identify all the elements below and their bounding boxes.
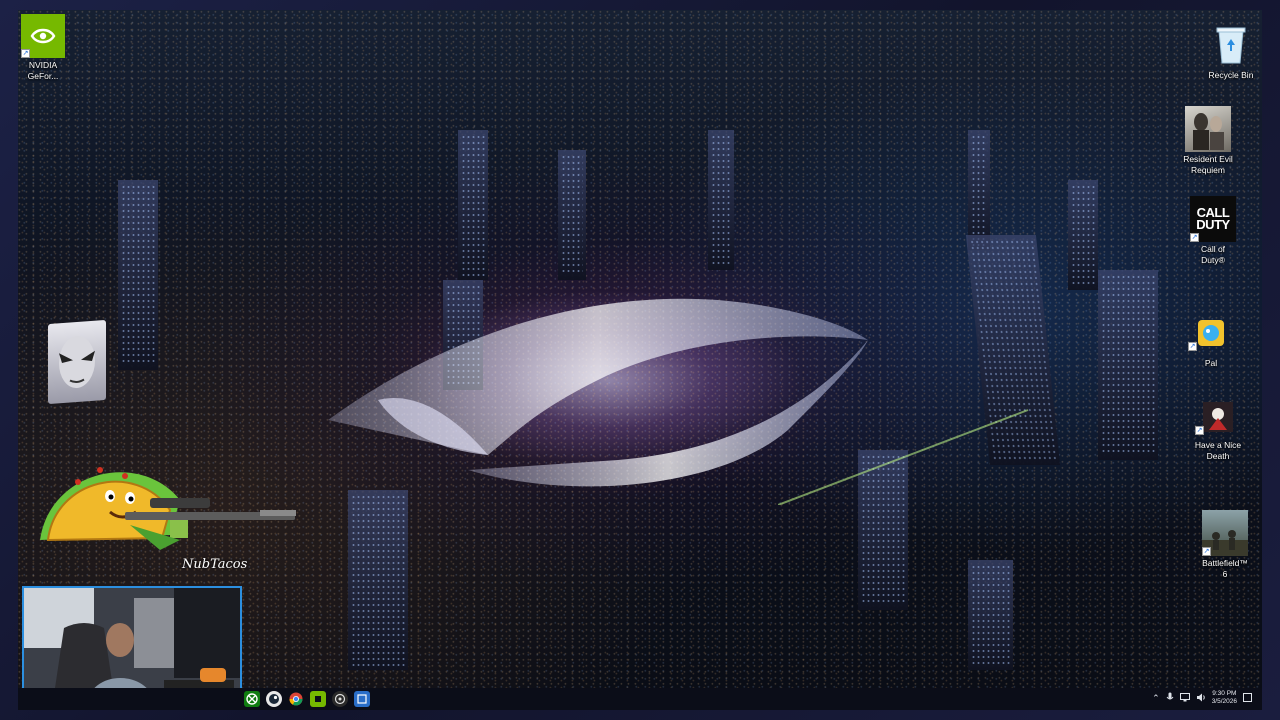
- call-of-duty-icon: CALL DUTY ↗: [1190, 196, 1236, 242]
- icon-label: Pal: [1204, 358, 1218, 368]
- shortcut-arrow-icon: ↗: [1188, 342, 1197, 351]
- tower: [968, 130, 990, 250]
- battlefield-icon: ↗: [1202, 510, 1248, 556]
- microphone-icon[interactable]: [1166, 692, 1174, 704]
- nvidia-icon: ↗: [21, 14, 65, 58]
- steam-icon[interactable]: [266, 691, 282, 707]
- tile-text: CALL DUTY: [1196, 205, 1230, 232]
- tower: [968, 560, 1013, 670]
- icon-label: NVIDIA GeFor...: [27, 60, 59, 81]
- tower: [118, 180, 158, 370]
- tower: [708, 130, 734, 270]
- shortcut-arrow-icon: ↗: [1202, 547, 1211, 556]
- chevron-up-icon[interactable]: ⌃: [1152, 693, 1160, 704]
- desktop-icon-battlefield[interactable]: ↗ Battlefield™ 6: [1189, 510, 1261, 580]
- tower: [1098, 270, 1158, 460]
- desktop-icon-resident-evil[interactable]: Resident Evil Requiem: [1172, 106, 1244, 176]
- shortcut-arrow-icon: ↗: [1195, 426, 1204, 435]
- desktop-icon-pal[interactable]: ↗ Pal: [1175, 310, 1247, 369]
- have-a-nice-death-icon: ↗: [1195, 402, 1233, 435]
- tower: [458, 130, 488, 280]
- desktop-icon-nvidia[interactable]: ↗ NVIDIA GeFor...: [7, 14, 79, 82]
- tower: [558, 150, 586, 280]
- billboard-face: [48, 319, 106, 405]
- icon-label: Battlefield™ 6: [1202, 558, 1248, 579]
- notification-icon[interactable]: [1243, 692, 1252, 704]
- resident-evil-icon: [1185, 106, 1231, 152]
- icon-label: Have a Nice Death: [1194, 440, 1242, 461]
- pal-icon: ↗: [1188, 319, 1225, 351]
- nvidia-app-icon[interactable]: [310, 691, 326, 707]
- taco-mascot-overlay: NubTacos: [30, 440, 300, 590]
- clock-time: 9:30 PM: [1212, 690, 1237, 697]
- shortcut-arrow-icon: ↗: [21, 49, 30, 58]
- desktop-icon-recycle-bin[interactable]: Recycle Bin: [1195, 22, 1267, 81]
- xbox-icon[interactable]: [244, 691, 260, 707]
- desktop-icon-call-of-duty[interactable]: CALL DUTY ↗ Call of Duty®: [1177, 196, 1249, 266]
- obs-icon[interactable]: [332, 691, 348, 707]
- app-icon[interactable]: [354, 691, 370, 707]
- system-tray: ⌃ 9:30 PM 3/5/2026: [1152, 690, 1252, 706]
- taco-mascot-icon: [40, 467, 296, 550]
- clock-date: 3/5/2026: [1211, 698, 1237, 705]
- desktop-icon-have-a-nice-death[interactable]: ↗ Have a Nice Death: [1182, 396, 1254, 462]
- display-icon[interactable]: [1179, 692, 1190, 704]
- shortcut-arrow-icon: ↗: [1190, 233, 1199, 242]
- icon-label: Resident Evil Requiem: [1183, 154, 1233, 175]
- volume-icon[interactable]: [1196, 693, 1206, 704]
- chrome-icon[interactable]: [288, 691, 304, 707]
- icon-label: Recycle Bin: [1208, 70, 1254, 80]
- icon-label: Call of Duty®: [1200, 244, 1226, 265]
- recycle-bin-icon: [1208, 22, 1254, 68]
- clock[interactable]: 9:30 PM 3/5/2026: [1212, 690, 1237, 706]
- taskbar-apps: [244, 691, 370, 707]
- light-beam: [778, 409, 1029, 505]
- tower: [348, 490, 408, 670]
- tower: [1068, 180, 1098, 290]
- taskbar: ⌃ 9:30 PM 3/5/2026: [18, 688, 1262, 710]
- mascot-name: NubTacos: [182, 557, 248, 572]
